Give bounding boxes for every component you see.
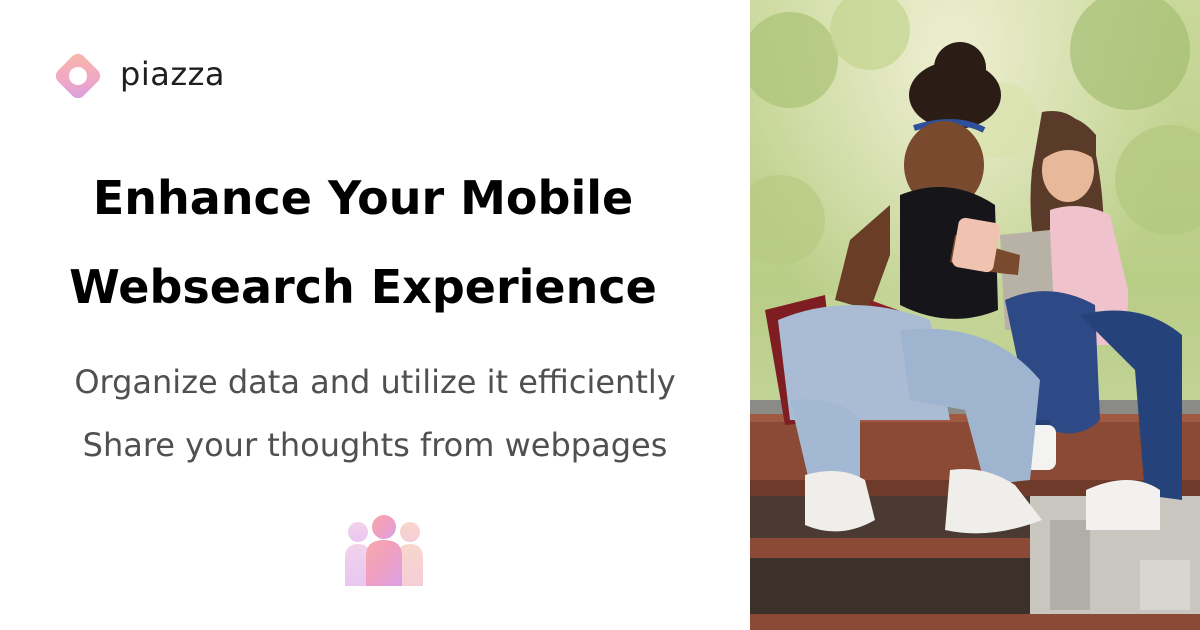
piazza-logo-icon [55,53,101,99]
left-panel: piazza Enhance Your Mobile Websearch Exp… [0,0,750,630]
feature-text-1: Organize data and utilize it efficiently [74,363,676,401]
two-girls-looking-at-phone-photo [750,0,1200,630]
brand-logo[interactable]: piazza [52,50,225,102]
headline-line-1: Enhance Your Mobile [92,171,634,225]
brand-name: piazza [120,55,226,93]
headline-line-2: Websearch Experience [69,260,657,314]
feature-text-2: Share your thoughts from webpages [82,426,668,464]
promo-card: piazza Enhance Your Mobile Websearch Exp… [0,0,1200,630]
people-group-icon [345,515,423,586]
